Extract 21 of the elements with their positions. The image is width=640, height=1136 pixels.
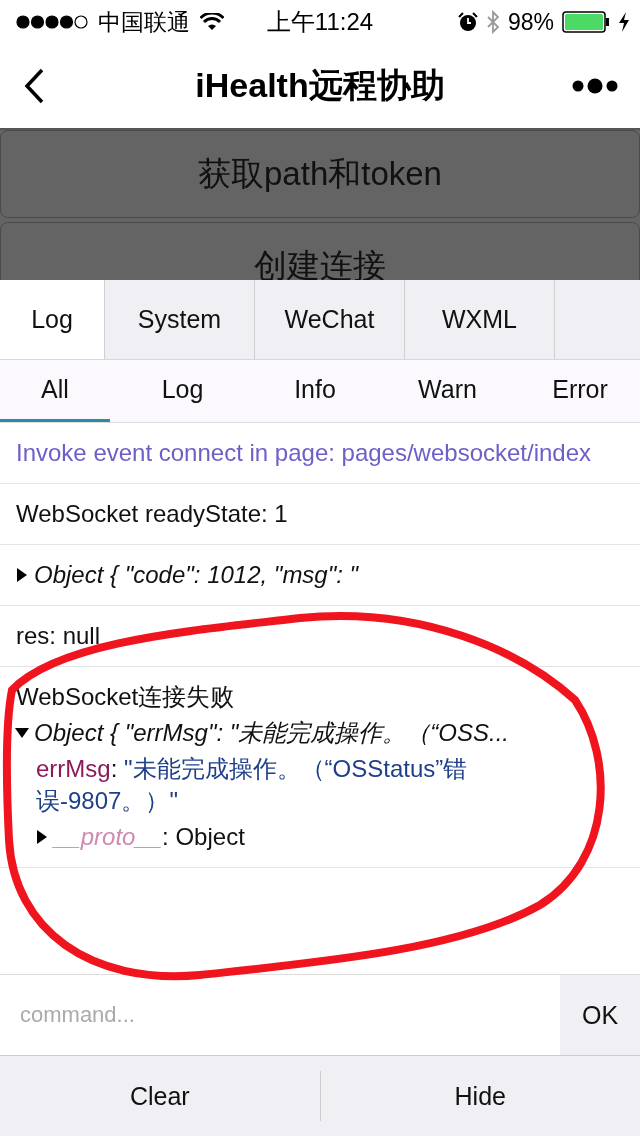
object-property: errMsg: "未能完成操作。（“OSStatus”错误-9807。）" [36, 754, 469, 816]
console-button[interactable]: Hide [320, 1071, 640, 1121]
object-property: __proto__: Object [54, 822, 245, 852]
filter-tab[interactable]: Log [122, 360, 243, 422]
filter-tab[interactable]: Warn [387, 360, 508, 422]
log-message: res: null [16, 621, 102, 651]
filter-tab[interactable]: Error [520, 360, 640, 422]
console-tab[interactable]: Log [0, 280, 105, 359]
page-title: iHealth远程协助 [195, 65, 445, 106]
clock-time: 上午11:24 [266, 7, 374, 37]
log-message: WebSocket连接失败 [16, 682, 236, 712]
log-message: Invoke event connect in page: pages/websocket/index [16, 438, 593, 468]
ok-button[interactable]: OK [560, 975, 640, 1055]
filter-tab[interactable]: Info [255, 360, 375, 422]
object-summary: Object { "errMsg": "未能完成操作。（“OSS... [34, 718, 509, 748]
log-message: WebSocket readyState: 1 [16, 499, 289, 529]
filter-tab[interactable]: All [0, 360, 110, 422]
battery-percent: 98% [507, 8, 554, 36]
object-summary: Object { "code": 1012, "msg": " [34, 560, 359, 590]
carrier-name: 中国联通 [98, 7, 190, 37]
console-button[interactable]: Clear [0, 1071, 321, 1121]
